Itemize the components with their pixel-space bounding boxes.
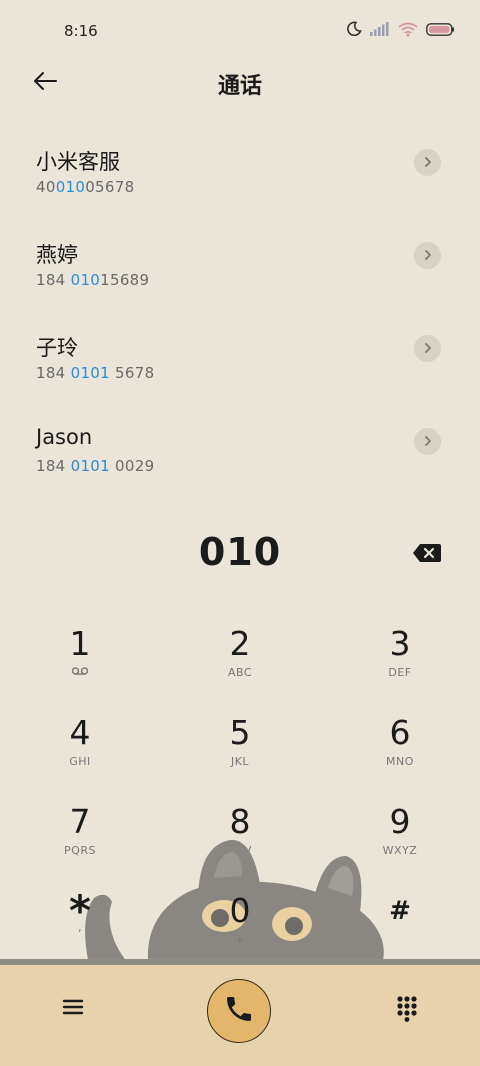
contact-detail-button[interactable] xyxy=(414,335,441,362)
contact-item[interactable]: Jason 184 0101 0029 xyxy=(0,419,480,512)
key-letters: MNO xyxy=(386,755,414,768)
key-letters: , xyxy=(78,921,82,934)
backspace-icon xyxy=(412,544,442,567)
key-digit: 2 xyxy=(229,624,251,663)
moon-icon xyxy=(346,21,362,37)
key-digit: 5 xyxy=(229,713,251,752)
voicemail-icon xyxy=(0,666,160,680)
status-bar: 8:16 xyxy=(0,0,480,62)
key-digit: 4 xyxy=(69,713,91,752)
dialpad-icon xyxy=(397,996,417,1026)
key-digit: 8 xyxy=(229,802,251,841)
page-title: 通话 xyxy=(217,74,262,99)
chevron-right-icon xyxy=(423,153,433,172)
contact-name: 燕婷 xyxy=(36,243,78,267)
chevron-right-icon xyxy=(423,339,433,358)
battery-icon xyxy=(426,22,454,36)
key-letters: JKL xyxy=(230,755,250,768)
contact-detail-button[interactable] xyxy=(414,149,441,176)
key-8[interactable]: 8 TUV xyxy=(160,798,320,886)
key-letters: ABC xyxy=(227,666,253,679)
contact-number: 4001005678 xyxy=(36,178,135,196)
status-icons xyxy=(346,21,454,37)
contact-item[interactable]: 子玲 184 0101 5678 xyxy=(0,326,480,419)
key-letters: GHI xyxy=(69,755,91,768)
key-4[interactable]: 4 GHI xyxy=(0,709,160,797)
dialpad-button[interactable] xyxy=(393,996,421,1026)
key-letters: + xyxy=(235,933,245,946)
contact-item[interactable]: 燕婷 184 01015689 xyxy=(0,233,480,326)
contact-number: 184 0101 0029 xyxy=(36,457,155,475)
key-letters: TUV xyxy=(228,844,252,857)
key-digit: 3 xyxy=(389,624,411,663)
key-letters xyxy=(320,933,480,947)
key-digit: 6 xyxy=(389,713,411,752)
contact-detail-button[interactable] xyxy=(414,428,441,455)
contact-list: 小米客服 4001005678 燕婷 184 01015689 子玲 184 0… xyxy=(0,140,480,512)
status-time: 8:16 xyxy=(64,22,98,40)
dialer-screen: 8:16 通话 小米客服 4001005678 燕婷 184 01015689 … xyxy=(0,0,480,1066)
key-5[interactable]: 5 JKL xyxy=(160,709,320,797)
key-1[interactable]: 1 xyxy=(0,620,160,708)
menu-icon xyxy=(62,998,84,1020)
chevron-right-icon xyxy=(423,246,433,265)
key-letters: PQRS xyxy=(64,844,96,857)
menu-button[interactable] xyxy=(58,994,88,1024)
key-9[interactable]: 9 WXYZ xyxy=(320,798,480,886)
key-6[interactable]: 6 MNO xyxy=(320,709,480,797)
key-digit: 1 xyxy=(69,624,91,663)
key-digit: 0 xyxy=(229,891,251,930)
wifi-icon xyxy=(398,22,418,37)
key-2[interactable]: 2 ABC xyxy=(160,620,320,708)
contact-number: 184 01015689 xyxy=(36,271,150,289)
backspace-button[interactable] xyxy=(412,543,442,563)
chevron-right-icon xyxy=(423,432,433,451)
signal-icon xyxy=(370,22,390,36)
call-button[interactable] xyxy=(207,979,271,1043)
contact-detail-button[interactable] xyxy=(414,242,441,269)
key-letters: WXYZ xyxy=(382,844,418,857)
contact-item[interactable]: 小米客服 4001005678 xyxy=(0,140,480,233)
contact-name: 小米客服 xyxy=(36,150,120,174)
key-digit: # xyxy=(389,896,411,926)
phone-icon xyxy=(223,993,255,1029)
key-7[interactable]: 7 PQRS xyxy=(0,798,160,886)
key-3[interactable]: 3 DEF xyxy=(320,620,480,708)
key-digit: 9 xyxy=(389,802,411,841)
contact-name: Jason xyxy=(36,425,93,449)
key-digit: 7 xyxy=(69,802,91,841)
dialed-number: 010 xyxy=(198,530,282,574)
contact-name: 子玲 xyxy=(36,336,78,360)
key-letters: DEF xyxy=(388,666,412,679)
contact-number: 184 0101 5678 xyxy=(36,364,155,382)
